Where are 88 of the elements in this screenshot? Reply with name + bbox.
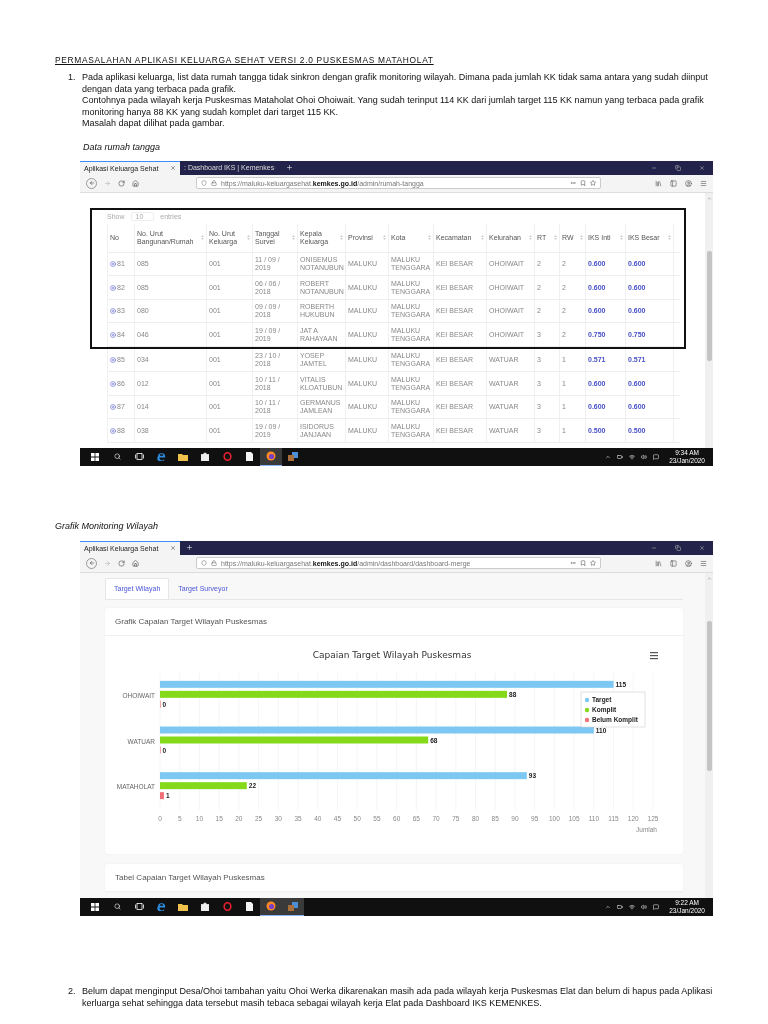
paragraph: Masalah dapat dilihat pada gambar. [82,118,226,130]
scrollbar[interactable] [705,572,713,898]
shopping-bag-icon[interactable] [201,452,209,462]
speaker-icon[interactable] [641,903,648,910]
document-title: PERMASALAHAN APLIKASI KELUARGA SEHAT VERSI 2.0 PUSKESMAS MATAHOLAT [55,54,435,66]
restore-icon[interactable] [675,544,681,551]
close-icon[interactable] [699,544,705,551]
chevron-up-icon[interactable] [605,903,612,910]
restore-icon[interactable] [675,164,681,171]
card-title: Tabel Capaian Target Wilayah Puskesmas [105,863,683,892]
expand-icon[interactable] [110,427,116,434]
back-arrow-icon [88,560,95,567]
close-icon[interactable] [170,165,176,172]
search-icon[interactable] [113,453,121,461]
menu-icon[interactable] [700,179,707,187]
account-icon[interactable] [685,559,692,567]
shield-icon [201,560,207,567]
battery-icon[interactable] [617,903,624,910]
reload-icon[interactable] [118,559,125,567]
library-icon[interactable] [655,179,662,187]
new-tab-icon[interactable] [286,164,293,172]
bookmark-icon[interactable] [580,560,586,567]
expand-icon[interactable] [110,357,116,364]
card-title: Grafik Capaian Target Wilayah Puskesmas [105,607,683,636]
fox-globe-icon[interactable] [266,451,276,462]
figure-caption: Grafik Monitoring Wilayah [55,520,159,532]
network-icon[interactable] [629,453,636,460]
bar [160,792,164,800]
expand-icon[interactable] [110,331,116,338]
close-icon[interactable] [170,545,176,552]
home-icon[interactable] [132,559,139,567]
network-icon[interactable] [629,903,636,910]
task-view-icon[interactable] [134,453,144,461]
more-icon[interactable] [570,180,576,187]
list-number: 1. [68,72,76,84]
folder-icon[interactable] [178,902,188,911]
chart-title: Capaian Target Wilayah Puskesmas [312,649,472,660]
paragraph: Pada aplikasi keluarga, list data rumah tangga tidak sinkron dengan grafik monitoring wilayah. Dimana pada jumlah KK tidak sama antara yang sudah diinput dengan data yang terbaca pada grafik. [82,72,709,96]
star-icon[interactable] [590,180,596,187]
lock-icon [211,180,217,187]
chevron-up-icon[interactable] [605,453,612,460]
menu-icon[interactable] [700,559,707,567]
notification-icon[interactable] [653,903,660,910]
reload-icon[interactable] [118,179,125,187]
chart-menu-icon[interactable] [650,651,658,660]
home-icon[interactable] [132,179,139,187]
box-icon[interactable] [288,452,298,462]
close-icon[interactable] [699,164,705,171]
bookmark-icon[interactable] [580,180,586,187]
ring-icon[interactable] [222,902,232,912]
shield-icon [201,180,207,187]
notification-icon[interactable] [653,453,660,460]
lock-icon [211,560,217,567]
sidebar-icon[interactable] [670,179,677,187]
list-number: 2. [68,985,76,998]
account-icon[interactable] [685,179,692,187]
minimize-icon[interactable] [651,164,657,171]
expand-icon[interactable] [110,380,116,387]
document-icon[interactable] [245,902,253,912]
expand-icon[interactable] [110,261,116,268]
new-tab-icon[interactable] [186,544,193,552]
ring-icon[interactable] [222,452,232,462]
paragraph: Belum dapat menginput Desa/Ohoi tambahan yaitu Ohoi Werka dikarenakan masih ada pada wilayah kerja Puskesmas Elat dan belum di hapus pada Aplikasi kerluarga sehat sehingga data tersebut masih tebaca sebagai wilayah kerja Elat pada Dashboard IKS KEMENKES. [82,985,714,1010]
expand-icon[interactable] [110,284,116,291]
expand-icon[interactable] [110,404,116,411]
scrollbar[interactable] [705,192,713,448]
box-icon[interactable] [288,901,298,911]
browser-e-icon[interactable] [156,902,166,912]
expand-icon[interactable] [110,308,116,315]
browser-e-icon[interactable] [156,452,166,462]
fox-globe-icon[interactable] [266,901,276,912]
paragraph: Contohnya pada wilayah kerja Puskesmas Mataholat Ohoi Ohoiwait. Yang sudah terinput 114 KK dari jumlah target 115 KK namun yang terbaca pada grafik monitoring hanya 88 KK yang sudah komplet dari target 115 KK. [82,95,705,119]
battery-icon[interactable] [617,453,624,460]
library-icon[interactable] [655,559,662,567]
task-view-icon[interactable] [134,903,144,911]
more-icon[interactable] [570,560,576,567]
folder-icon[interactable] [178,452,188,461]
speaker-icon[interactable] [641,453,648,460]
document-icon[interactable] [245,452,253,462]
star-icon[interactable] [590,560,596,567]
search-icon[interactable] [113,903,121,911]
minimize-icon[interactable] [651,544,657,551]
back-arrow-icon [88,180,95,187]
windows-icon[interactable] [91,902,99,911]
shopping-bag-icon[interactable] [201,902,209,912]
sidebar-icon[interactable] [670,559,677,567]
figure-caption: Data rumah tangga [83,141,162,153]
windows-icon[interactable] [91,452,99,461]
